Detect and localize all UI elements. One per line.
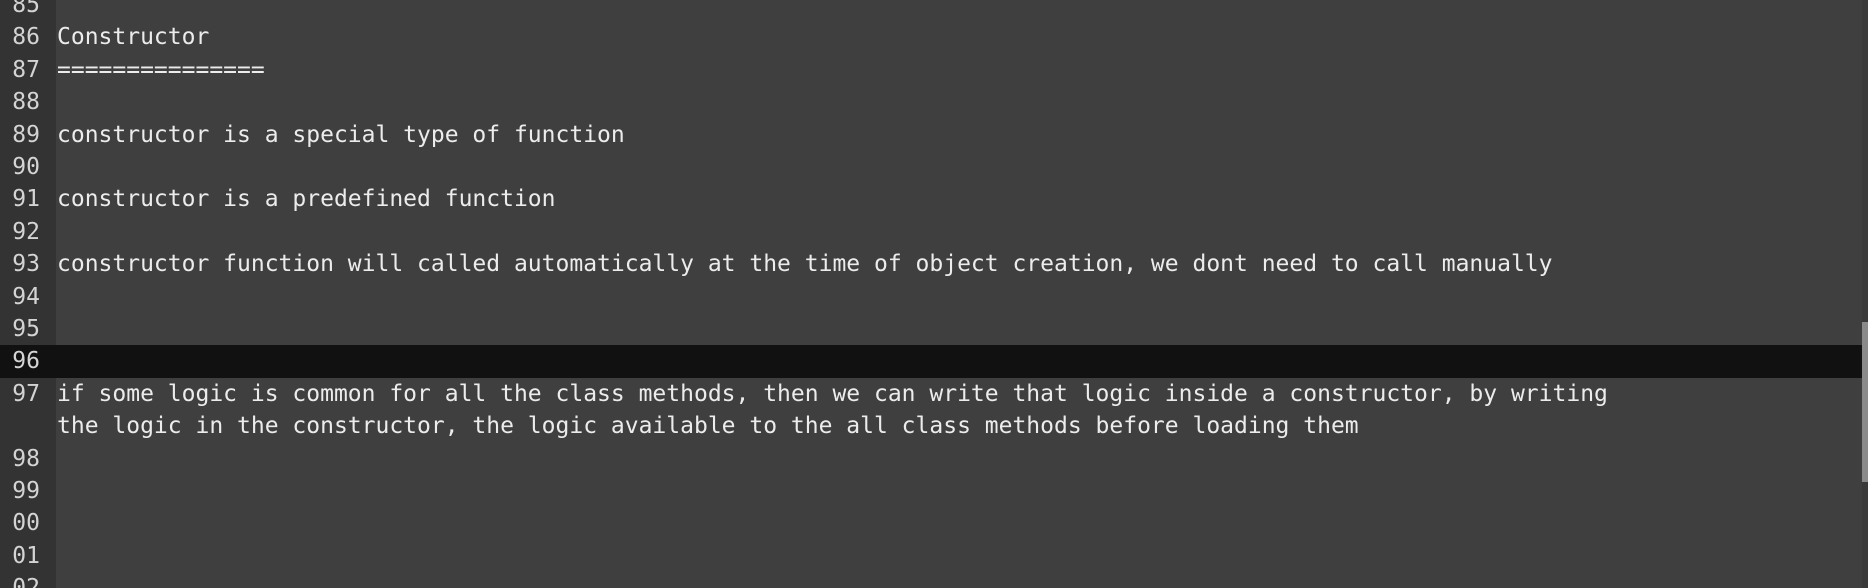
line-text[interactable]: if some logic is common for all the clas… bbox=[57, 378, 1608, 410]
line-number: 86 bbox=[12, 24, 40, 51]
line-number: 99 bbox=[12, 478, 40, 504]
editor-line[interactable]: 94 bbox=[0, 281, 1862, 313]
line-text[interactable]: Constructor bbox=[57, 21, 209, 53]
editor-line[interactable]: 88 bbox=[0, 86, 1862, 118]
editor-line[interactable]: 89 constructor is a special type of funct… bbox=[0, 119, 1862, 151]
editor-line[interactable]: 95 bbox=[0, 313, 1862, 345]
line-text[interactable]: constructor is a special type of functio… bbox=[57, 119, 625, 151]
line-number: 95 bbox=[12, 316, 40, 342]
vertical-scrollbar[interactable] bbox=[1862, 0, 1868, 588]
editor-line[interactable]: 90 bbox=[0, 151, 1862, 183]
editor-line[interactable]: 93 constructor function will called autom… bbox=[0, 248, 1862, 280]
line-text[interactable]: the logic in the constructor, the logic … bbox=[57, 410, 1359, 442]
line-number: 90 bbox=[12, 154, 40, 180]
line-number: 01 bbox=[12, 542, 40, 569]
editor-line[interactable]: 99 bbox=[0, 475, 1862, 507]
editor-line[interactable]: 02 bbox=[0, 572, 1862, 588]
line-number: 97 bbox=[12, 380, 40, 407]
text-editor[interactable]: 85 86 Constructor 87 =============== 88 89 cons… bbox=[0, 0, 1868, 588]
editor-line[interactable]: 86 Constructor bbox=[0, 21, 1862, 53]
line-text[interactable]: constructor function will called automat… bbox=[57, 248, 1553, 280]
editor-line[interactable]: 01 bbox=[0, 540, 1862, 572]
line-number: 85 bbox=[12, 0, 40, 18]
line-number: 00 bbox=[12, 510, 40, 537]
current-line[interactable]: 96 bbox=[0, 345, 1862, 378]
line-number: 94 bbox=[12, 283, 40, 310]
line-text[interactable]: =============== bbox=[57, 54, 265, 86]
line-number: 98 bbox=[12, 445, 40, 472]
editor-line[interactable]: 97 if some logic is common for all the cl… bbox=[0, 378, 1862, 410]
line-number: 88 bbox=[12, 89, 40, 116]
line-number: 93 bbox=[12, 251, 40, 278]
scrollbar-thumb[interactable] bbox=[1862, 322, 1868, 482]
line-number: 87 bbox=[12, 56, 40, 83]
line-number: 92 bbox=[12, 218, 40, 245]
editor-line[interactable]: 87 =============== bbox=[0, 54, 1862, 86]
line-number: 91 bbox=[12, 186, 40, 213]
line-text[interactable]: constructor is a predefined function bbox=[57, 183, 556, 215]
editor-line[interactable]: the logic in the constructor, the logic … bbox=[0, 410, 1862, 442]
line-number: 02 bbox=[0, 572, 40, 588]
editor-line[interactable]: 92 bbox=[0, 216, 1862, 248]
line-number: 89 bbox=[12, 121, 40, 148]
line-number bbox=[0, 410, 40, 442]
editor-line[interactable]: 00 bbox=[0, 507, 1862, 539]
line-number: 96 bbox=[12, 348, 40, 375]
editor-line[interactable]: 85 bbox=[0, 0, 1862, 21]
editor-line[interactable]: 98 bbox=[0, 443, 1862, 475]
editor-line[interactable]: 91 constructor is a predefined function bbox=[0, 183, 1862, 215]
